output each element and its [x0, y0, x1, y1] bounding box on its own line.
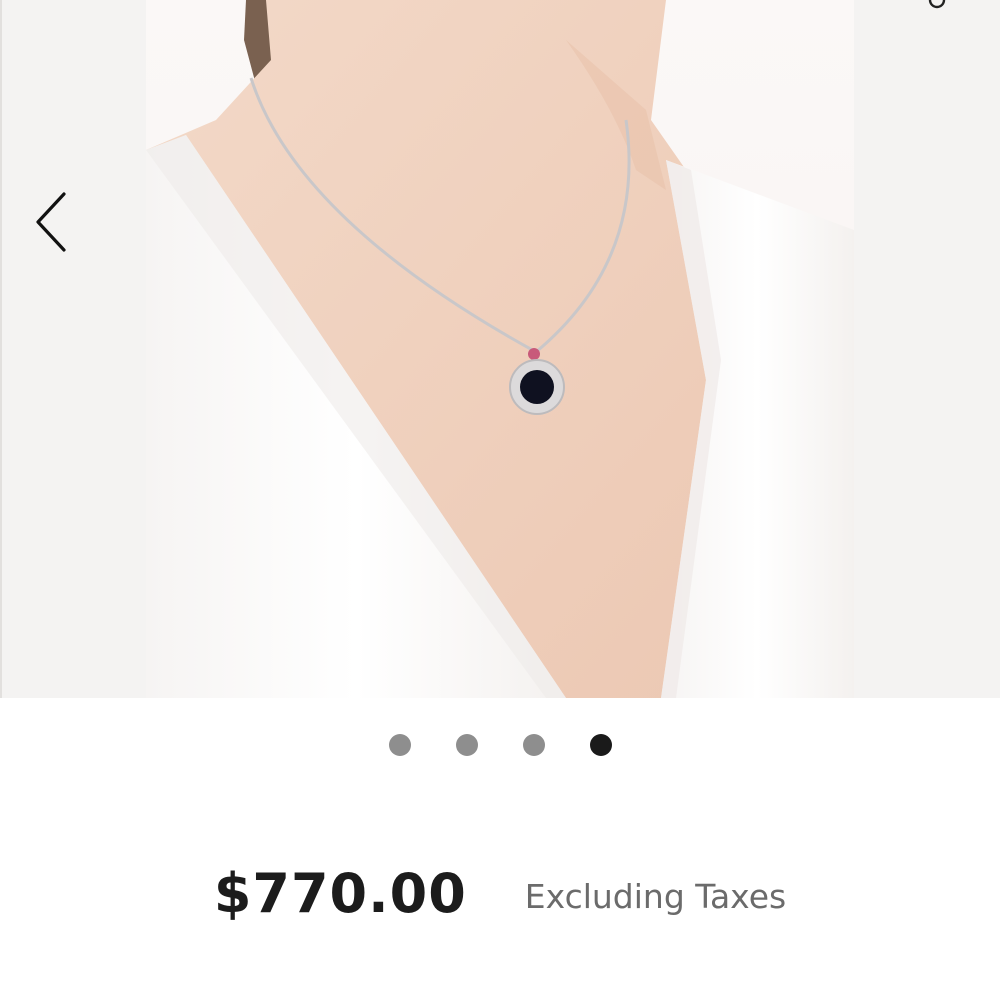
- necklace-photo: [146, 0, 854, 698]
- pagination-dot[interactable]: [388, 734, 411, 756]
- gallery-border: [0, 0, 2, 698]
- product-image-gallery[interactable]: [0, 0, 1000, 698]
- tax-note: Excluding Taxes: [524, 876, 787, 916]
- product-page: $770.00 Excluding Taxes: [0, 0, 1000, 1000]
- chevron-left-icon: [36, 192, 66, 252]
- image-pagination-dots: [0, 734, 1000, 758]
- previous-image-button[interactable]: [22, 180, 86, 264]
- price-row: $770.00 Excluding Taxes: [0, 848, 1000, 938]
- pagination-dot[interactable]: [522, 734, 545, 756]
- pagination-dot-active[interactable]: [589, 734, 612, 756]
- product-photo: [146, 0, 854, 698]
- product-price: $770.00: [213, 861, 467, 925]
- partial-icon[interactable]: [922, 0, 952, 14]
- pagination-dot[interactable]: [455, 734, 478, 756]
